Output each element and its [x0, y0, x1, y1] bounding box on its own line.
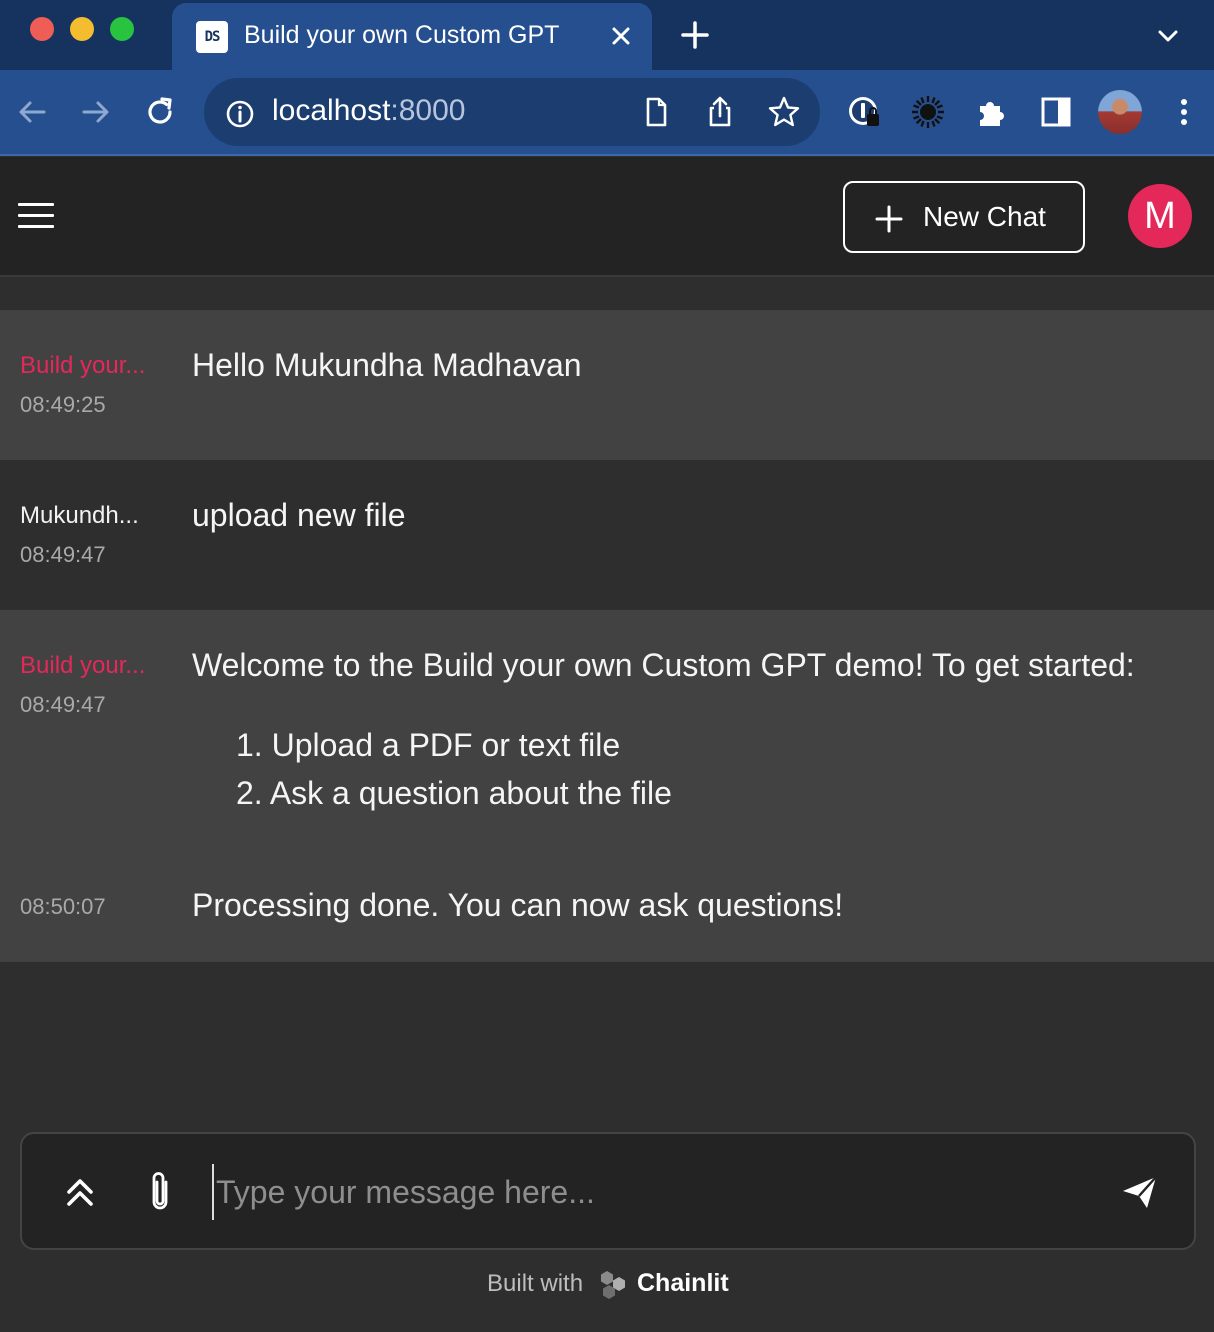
- url-text[interactable]: localhost:8000: [272, 94, 465, 128]
- forward-arrow-icon[interactable]: [78, 94, 114, 130]
- bookmark-star-icon[interactable]: [766, 94, 802, 130]
- side-panel-icon[interactable]: [1038, 94, 1074, 130]
- reload-icon[interactable]: [142, 94, 178, 130]
- window-minimize-button[interactable]: [70, 17, 94, 41]
- message-content: Welcome to the Build your own Custom GPT…: [192, 647, 1135, 683]
- hamburger-menu-icon[interactable]: [18, 203, 54, 229]
- plus-icon: [875, 205, 903, 233]
- app-header: New Chat M: [0, 157, 1214, 277]
- message-group: Build your... 08:49:47 Welcome to the Bu…: [0, 610, 1214, 962]
- share-icon[interactable]: [702, 94, 738, 130]
- tab-active[interactable]: DS Build your own Custom GPT: [172, 3, 652, 70]
- message-composer: [20, 1132, 1196, 1250]
- message-input[interactable]: [212, 1164, 1092, 1220]
- chevrons-up-icon[interactable]: [62, 1172, 98, 1212]
- kebab-menu-icon[interactable]: [1166, 94, 1202, 130]
- message-author: Mukundh...: [20, 502, 139, 529]
- profile-avatar[interactable]: [1098, 90, 1142, 134]
- message-content: upload new file: [192, 497, 406, 533]
- message-time: 08:49:25: [20, 392, 106, 417]
- message-time: 08:50:07: [20, 894, 106, 919]
- built-with-text: Built with: [487, 1270, 584, 1297]
- tab-favicon-icon: DS: [196, 21, 228, 53]
- chainlit-logo-icon: [601, 1271, 625, 1299]
- tab-title: Build your own Custom GPT: [244, 21, 560, 49]
- password-manager-icon[interactable]: [846, 94, 882, 130]
- url-host: localhost: [272, 94, 391, 127]
- url-port: :8000: [390, 94, 466, 127]
- new-chat-button[interactable]: New Chat: [843, 181, 1085, 253]
- message-content: Processing done. You can now ask questio…: [192, 887, 844, 923]
- list-item: 1. Upload a PDF or text file: [236, 727, 621, 763]
- back-arrow-icon[interactable]: [14, 94, 50, 130]
- new-chat-label: New Chat: [923, 201, 1046, 232]
- new-tab-plus-icon[interactable]: [680, 20, 710, 50]
- message-row: Build your... 08:49:25 Hello Mukundha Ma…: [0, 310, 1214, 460]
- window-close-button[interactable]: [30, 17, 54, 41]
- chevron-down-icon[interactable]: [1154, 24, 1182, 48]
- extension-sun-icon[interactable]: [910, 94, 946, 130]
- footer: Built with Chainlit: [0, 1266, 1214, 1306]
- page-icon[interactable]: [638, 94, 674, 130]
- message-time: 08:49:47: [20, 542, 106, 567]
- browser-tab-bar: DS Build your own Custom GPT: [0, 0, 1214, 70]
- address-bar[interactable]: localhost:8000: [204, 78, 820, 146]
- browser-toolbar: localhost:8000: [0, 70, 1214, 156]
- user-avatar[interactable]: M: [1128, 184, 1192, 248]
- list-item: 2. Ask a question about the file: [236, 775, 672, 811]
- message-author: Build your...: [20, 652, 146, 679]
- message-time: 08:49:47: [20, 692, 106, 717]
- chainlit-brand[interactable]: Chainlit: [637, 1269, 729, 1298]
- window-zoom-button[interactable]: [110, 17, 134, 41]
- extensions-puzzle-icon[interactable]: [974, 94, 1010, 130]
- info-icon[interactable]: [224, 98, 256, 130]
- message-content: Hello Mukundha Madhavan: [192, 347, 582, 383]
- paperclip-icon[interactable]: [144, 1168, 176, 1216]
- close-icon[interactable]: [608, 23, 634, 49]
- send-icon[interactable]: [1120, 1172, 1160, 1212]
- message-author: Build your...: [20, 352, 146, 379]
- message-row: Mukundh... 08:49:47 upload new file: [0, 460, 1214, 610]
